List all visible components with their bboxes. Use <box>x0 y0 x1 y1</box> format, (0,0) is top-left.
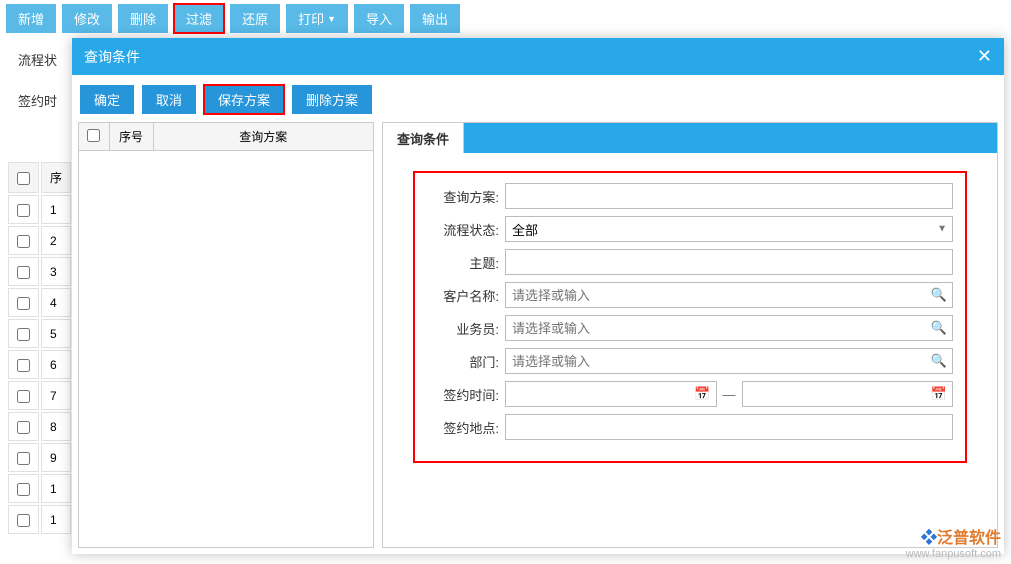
bg-row-seq: 4 <box>41 288 71 317</box>
bg-row-seq: 3 <box>41 257 71 286</box>
label-salesman: 业务员: <box>427 319 505 338</box>
condition-form: 查询方案: 流程状态: ▼ 主题: <box>413 171 967 463</box>
customer-input[interactable] <box>505 282 953 308</box>
salesman-input[interactable] <box>505 315 953 341</box>
subject-input[interactable] <box>505 249 953 275</box>
bg-row-check[interactable] <box>17 204 30 217</box>
scheme-seq-header: 序号 <box>109 123 153 151</box>
sign-place-input[interactable] <box>505 414 953 440</box>
save-scheme-button[interactable]: 保存方案 <box>204 85 284 114</box>
dialog-body: 确定 取消 保存方案 删除方案 序号 查询方案 查询条件 <box>72 75 1004 554</box>
scheme-name-header: 查询方案 <box>153 123 373 151</box>
bg-row-check[interactable] <box>17 421 30 434</box>
bg-row-check[interactable] <box>17 452 30 465</box>
bg-row-check[interactable] <box>17 359 30 372</box>
brand-url: www.fanpusoft.com <box>906 548 1001 560</box>
scheme-input[interactable] <box>505 183 953 209</box>
scheme-list-panel: 序号 查询方案 <box>78 122 374 548</box>
bg-label-process: 流程状 <box>18 50 57 69</box>
label-subject: 主题: <box>427 253 505 272</box>
bg-row-seq: 1 <box>41 505 71 534</box>
ok-button[interactable]: 确定 <box>80 85 134 114</box>
bg-data-table: 序 1 2 3 4 5 6 7 8 9 1 1 <box>6 160 73 536</box>
import-button[interactable]: 导入 <box>354 4 404 33</box>
bg-row-check[interactable] <box>17 483 30 496</box>
label-process-status: 流程状态: <box>427 220 505 239</box>
label-department: 部门: <box>427 352 505 371</box>
bg-label-signtime: 签约时 <box>18 91 57 110</box>
bg-row-seq: 7 <box>41 381 71 410</box>
bg-row-seq: 6 <box>41 350 71 379</box>
condition-tabs: 查询条件 <box>383 123 997 153</box>
bg-row-check[interactable] <box>17 390 30 403</box>
bg-row-check[interactable] <box>17 514 30 527</box>
watermark: ❖泛普软件 www.fanpusoft.com <box>906 524 1001 560</box>
bg-row-seq: 9 <box>41 443 71 472</box>
process-status-select[interactable] <box>505 216 953 242</box>
label-scheme: 查询方案: <box>427 187 505 206</box>
condition-panel: 查询条件 查询方案: 流程状态: ▼ <box>382 122 998 548</box>
filter-button[interactable]: 过滤 <box>174 4 224 33</box>
new-button[interactable]: 新增 <box>6 4 56 33</box>
print-label: 打印 <box>298 9 324 28</box>
main-toolbar: 新增 修改 删除 过滤 还原 打印▼ 导入 输出 <box>0 0 1011 37</box>
bg-seq-header: 序 <box>41 162 71 193</box>
delete-button[interactable]: 删除 <box>118 4 168 33</box>
edit-button[interactable]: 修改 <box>62 4 112 33</box>
close-icon[interactable]: ✕ <box>977 46 992 67</box>
range-separator: — <box>723 387 736 402</box>
logo-icon: ❖ <box>921 530 937 547</box>
bg-row-check[interactable] <box>17 328 30 341</box>
bg-form-labels: 流程状 签约时 <box>18 50 57 132</box>
bg-row-seq: 5 <box>41 319 71 348</box>
bg-row-seq: 2 <box>41 226 71 255</box>
label-sign-place: 签约地点: <box>427 418 505 437</box>
cancel-button[interactable]: 取消 <box>142 85 196 114</box>
sign-time-to-input[interactable] <box>742 381 954 407</box>
export-button[interactable]: 输出 <box>410 4 460 33</box>
sign-time-from-input[interactable] <box>505 381 717 407</box>
label-sign-time: 签约时间: <box>427 385 505 404</box>
bg-row-seq: 1 <box>41 474 71 503</box>
tab-conditions[interactable]: 查询条件 <box>383 123 464 153</box>
dialog-title: 查询条件 <box>84 47 140 67</box>
bg-row-check[interactable] <box>17 266 30 279</box>
scheme-check-all[interactable] <box>87 129 100 142</box>
query-dialog: 查询条件 ✕ 确定 取消 保存方案 删除方案 序号 查询方案 查询条 <box>72 38 1004 554</box>
caret-down-icon: ▼ <box>327 14 336 24</box>
dialog-header: 查询条件 ✕ <box>72 38 1004 75</box>
delete-scheme-button[interactable]: 删除方案 <box>292 85 372 114</box>
bg-row-seq: 1 <box>41 195 71 224</box>
print-button[interactable]: 打印▼ <box>286 4 348 33</box>
department-input[interactable] <box>505 348 953 374</box>
restore-button[interactable]: 还原 <box>230 4 280 33</box>
bg-row-check[interactable] <box>17 297 30 310</box>
bg-row-seq: 8 <box>41 412 71 441</box>
dialog-toolbar: 确定 取消 保存方案 删除方案 <box>78 79 998 122</box>
bg-check-all[interactable] <box>17 172 30 185</box>
brand-name: 泛普软件 <box>937 530 1001 547</box>
bg-row-check[interactable] <box>17 235 30 248</box>
label-customer: 客户名称: <box>427 286 505 305</box>
